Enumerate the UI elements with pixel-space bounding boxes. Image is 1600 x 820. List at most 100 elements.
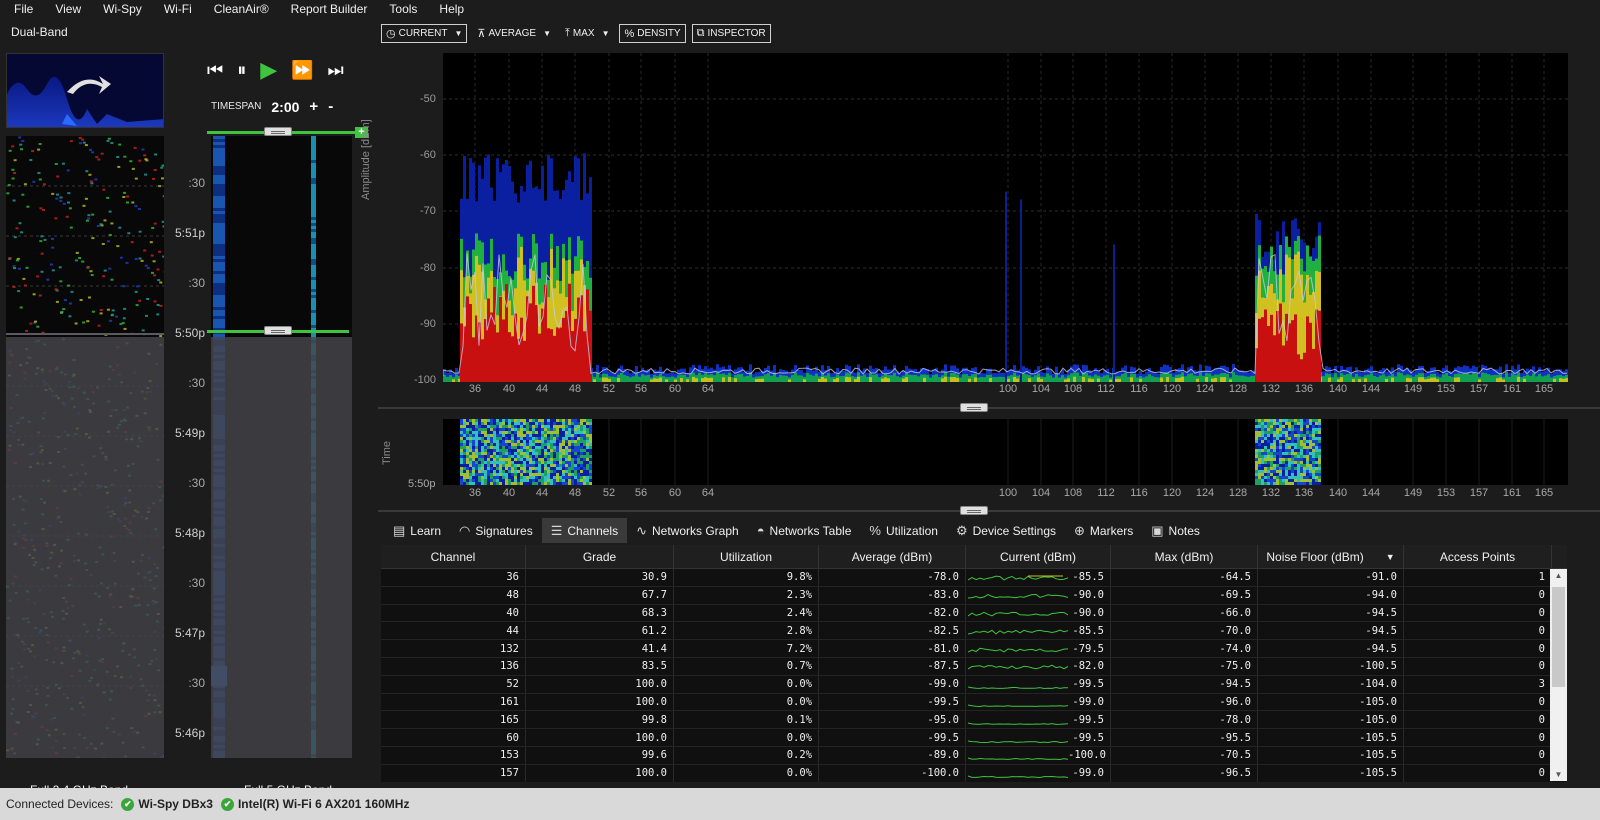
skip-to-end-icon[interactable]: ⏭ bbox=[328, 59, 344, 81]
tab-signatures[interactable]: ◠ Signatures bbox=[450, 518, 542, 543]
table-row[interactable]: 48 67.7 2.3% -83.0 -90.0 -69.5 -94.0 0 bbox=[381, 586, 1567, 605]
sort-desc-icon[interactable]: ▼ bbox=[1386, 552, 1395, 562]
table-cell: 68.3 bbox=[526, 604, 674, 622]
table-cell: 100.0 bbox=[526, 675, 674, 693]
cell-value: 0 bbox=[1538, 642, 1545, 655]
table-row[interactable]: 153 99.6 0.2% -89.0 -100.0 -70.5 -105.5 0 bbox=[381, 746, 1567, 765]
tab-networks-graph[interactable]: ∿ Networks Graph bbox=[627, 518, 748, 543]
pause-icon[interactable]: ⏸ bbox=[237, 59, 246, 81]
device-wispy[interactable]: ✔ Wi-Spy DBx3 bbox=[121, 797, 213, 811]
spectrum-plot[interactable] bbox=[443, 53, 1568, 382]
chevron-down-icon[interactable]: ▼ bbox=[455, 29, 463, 38]
tab-device-settings[interactable]: ⚙ Device Settings bbox=[947, 518, 1065, 543]
menu-wi-spy[interactable]: Wi-Spy bbox=[103, 2, 142, 16]
time-axis: :30 5:51p:30 5:50p:30 5:49p:30 5:48p:30 5:47p… bbox=[165, 136, 209, 758]
column-header[interactable]: Utilization bbox=[674, 545, 819, 568]
menu-tools[interactable]: Tools bbox=[389, 2, 417, 16]
channel-tick-label: 144 bbox=[1361, 383, 1381, 395]
scrollbar-thumb[interactable] bbox=[1552, 587, 1565, 687]
table-row[interactable]: 40 68.3 2.4% -82.0 -90.0 -66.0 -94.5 0 bbox=[381, 604, 1567, 623]
density-button[interactable]: % DENSITY bbox=[619, 24, 686, 43]
tab-networks-table[interactable]: ◓ Networks Table bbox=[748, 518, 861, 543]
column-header[interactable]: Channel bbox=[381, 545, 526, 568]
cell-value: -105.0 bbox=[1359, 695, 1397, 708]
channel-tick-label: 120 bbox=[1162, 383, 1182, 395]
spectrum-canvas bbox=[443, 53, 1568, 382]
menu-view[interactable]: View bbox=[55, 2, 81, 16]
timespan-bottom-grip[interactable] bbox=[264, 326, 292, 335]
column-header[interactable]: Max (dBm) bbox=[1111, 545, 1258, 568]
timespan-increase-button[interactable]: + bbox=[309, 98, 318, 115]
channel-tick-label: 165 bbox=[1534, 487, 1554, 499]
band-thumbnail[interactable] bbox=[6, 53, 164, 128]
menu-help[interactable]: Help bbox=[439, 2, 464, 16]
waterfall-plot[interactable] bbox=[443, 419, 1568, 485]
table-row[interactable]: 157 100.0 0.0% -100.0 -99.0 -96.5 -105.5 0 bbox=[381, 764, 1567, 782]
cell-value: -99.5 bbox=[1072, 713, 1104, 726]
cell-value: 165 bbox=[500, 713, 519, 726]
cell-value: 0 bbox=[1538, 713, 1545, 726]
table-cell: -64.5 bbox=[1111, 569, 1258, 586]
average-trace-button[interactable]: ⊼ AVERAGE ▼ bbox=[473, 24, 555, 43]
table-cell: 0.1% bbox=[674, 711, 819, 729]
tab-markers[interactable]: ⊕ Markers bbox=[1065, 518, 1142, 543]
table-row[interactable]: 136 83.5 0.7% -87.5 -82.0 -75.0 -100.5 0 bbox=[381, 657, 1567, 676]
cell-value: -78.0 bbox=[927, 571, 959, 584]
scroll-down-icon[interactable]: ▼ bbox=[1550, 770, 1567, 779]
waterfall-splitter-grip[interactable] bbox=[960, 506, 988, 515]
inspector-button[interactable]: ⧉ INSPECTOR bbox=[691, 24, 771, 43]
device-intel-wifi[interactable]: ✔ Intel(R) Wi-Fi 6 AX201 160MHz bbox=[220, 797, 409, 811]
table-cell: -83.0 bbox=[819, 586, 966, 604]
waterfall-5ghz[interactable] bbox=[211, 136, 352, 758]
table-row[interactable]: 161 100.0 0.0% -99.5 -99.0 -96.0 -105.0 0 bbox=[381, 693, 1567, 712]
table-scrollbar[interactable]: ▲ ▼ bbox=[1550, 569, 1567, 781]
table-cell: -94.5 bbox=[1258, 622, 1404, 640]
time-label: 5:47p bbox=[174, 626, 205, 640]
thumbnail-spectrum bbox=[7, 54, 163, 127]
menu-report-builder[interactable]: Report Builder bbox=[291, 2, 368, 16]
column-header[interactable]: Average (dBm) bbox=[819, 545, 966, 568]
table-cell: 36 bbox=[381, 569, 526, 586]
spectrum-splitter-grip[interactable] bbox=[960, 403, 988, 412]
timespan-top-grip[interactable] bbox=[264, 127, 292, 136]
table-cell: -99.5 bbox=[966, 675, 1111, 693]
wifi-icon: ◓ bbox=[756, 523, 765, 538]
column-header[interactable]: Access Points bbox=[1404, 545, 1552, 568]
inspector-label: INSPECTOR bbox=[707, 28, 766, 39]
column-header-label: Noise Floor (dBm) bbox=[1266, 549, 1364, 564]
time-label: 5:46p bbox=[174, 726, 205, 740]
tab-learn[interactable]: ▤ Learn bbox=[384, 518, 450, 543]
play-icon[interactable]: ▶ bbox=[260, 59, 277, 81]
tab-channels[interactable]: ☰ Channels bbox=[541, 518, 628, 543]
table-cell: -87.5 bbox=[819, 657, 966, 675]
table-cell: 83.5 bbox=[526, 657, 674, 675]
skip-to-start-icon[interactable]: ⏮ bbox=[207, 59, 223, 81]
timespan-decrease-button[interactable]: - bbox=[328, 98, 333, 115]
chevron-down-icon[interactable]: ▼ bbox=[602, 29, 610, 38]
table-cell: 0.7% bbox=[674, 657, 819, 675]
waterfall-splitter[interactable] bbox=[378, 510, 1600, 512]
tab-utilization[interactable]: % Utilization bbox=[860, 518, 947, 543]
current-trace-button[interactable]: ◷ CURRENT ▼ bbox=[381, 24, 468, 43]
fast-forward-icon[interactable]: ⏩ bbox=[291, 59, 313, 81]
table-row[interactable]: 165 99.8 0.1% -95.0 -99.5 -78.0 -105.0 0 bbox=[381, 711, 1567, 730]
amplitude-tick-label: -90 bbox=[420, 318, 436, 330]
scroll-up-icon[interactable]: ▲ bbox=[1550, 571, 1567, 580]
table-row[interactable]: 52 100.0 0.0% -99.0 -99.5 -94.5 -104.0 3 bbox=[381, 675, 1567, 694]
table-row[interactable]: 132 41.4 7.2% -81.0 -79.5 -74.0 -94.5 0 bbox=[381, 640, 1567, 658]
cell-value: -85.5 bbox=[1072, 624, 1104, 637]
table-row[interactable]: 44 61.2 2.8% -82.5 -85.5 -70.0 -94.5 0 bbox=[381, 622, 1567, 641]
table-row[interactable]: 60 100.0 0.0% -99.5 -99.5 -95.5 -105.5 0 bbox=[381, 729, 1567, 747]
column-header[interactable]: Current (dBm) bbox=[966, 545, 1111, 568]
max-trace-button[interactable]: ⤒ MAX ▼ bbox=[561, 24, 613, 43]
column-header[interactable]: Noise Floor (dBm) ▼ bbox=[1258, 545, 1404, 568]
menu-file[interactable]: File bbox=[14, 2, 33, 16]
table-row[interactable]: 36 30.9 9.8% -78.0 -85.5 -64.5 -91.0 1 bbox=[381, 569, 1567, 587]
chevron-down-icon[interactable]: ▼ bbox=[543, 29, 551, 38]
menu-wi-fi[interactable]: Wi-Fi bbox=[164, 2, 192, 16]
menu-cleanair[interactable]: CleanAir® bbox=[214, 2, 269, 16]
tab-notes[interactable]: ▣ Notes bbox=[1142, 518, 1209, 543]
waterfall-24ghz[interactable] bbox=[6, 136, 164, 758]
spectrum-splitter[interactable] bbox=[378, 407, 1600, 409]
column-header[interactable]: Grade bbox=[526, 545, 674, 568]
